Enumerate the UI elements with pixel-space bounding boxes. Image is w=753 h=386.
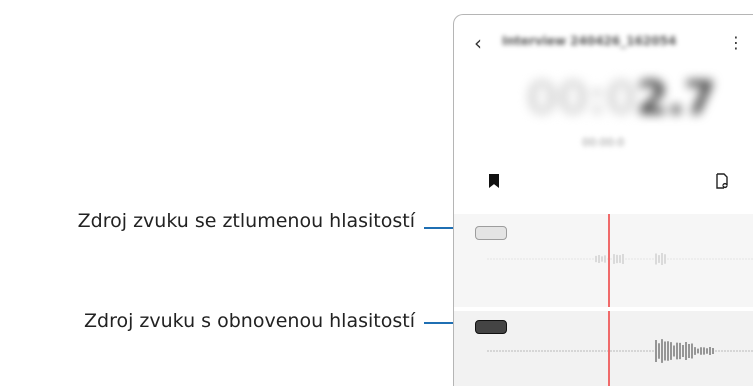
bookmark-icon[interactable] bbox=[489, 174, 499, 188]
callout-restored-source: Zdroj zvuku s obnovenou hlasitostí bbox=[84, 310, 415, 332]
elapsed-time-main: 2.7 bbox=[636, 71, 715, 125]
muted-source-chip[interactable] bbox=[475, 226, 507, 240]
restored-source-chip[interactable] bbox=[475, 320, 507, 334]
playhead-lower bbox=[608, 311, 610, 386]
total-time: 00:00:0 bbox=[582, 136, 625, 149]
elapsed-time: 00:02.7 bbox=[526, 71, 716, 125]
callout-muted-source: Zdroj zvuku se ztlumenou hlasitostí bbox=[77, 210, 415, 232]
playhead-upper bbox=[608, 214, 610, 307]
more-options-icon[interactable]: ⋮ bbox=[728, 34, 744, 52]
voice-recorder-screen: ‹ Interview 240426_162054 ⋮ 00:02.7 00:0… bbox=[453, 14, 753, 386]
elapsed-time-dim: 00:0 bbox=[526, 71, 637, 125]
app-bar: ‹ Interview 240426_162054 ⋮ bbox=[454, 33, 753, 55]
back-arrow-icon[interactable]: ‹ bbox=[474, 33, 482, 53]
recording-title: Interview 240426_162054 bbox=[502, 34, 677, 48]
add-note-icon[interactable] bbox=[716, 173, 728, 189]
